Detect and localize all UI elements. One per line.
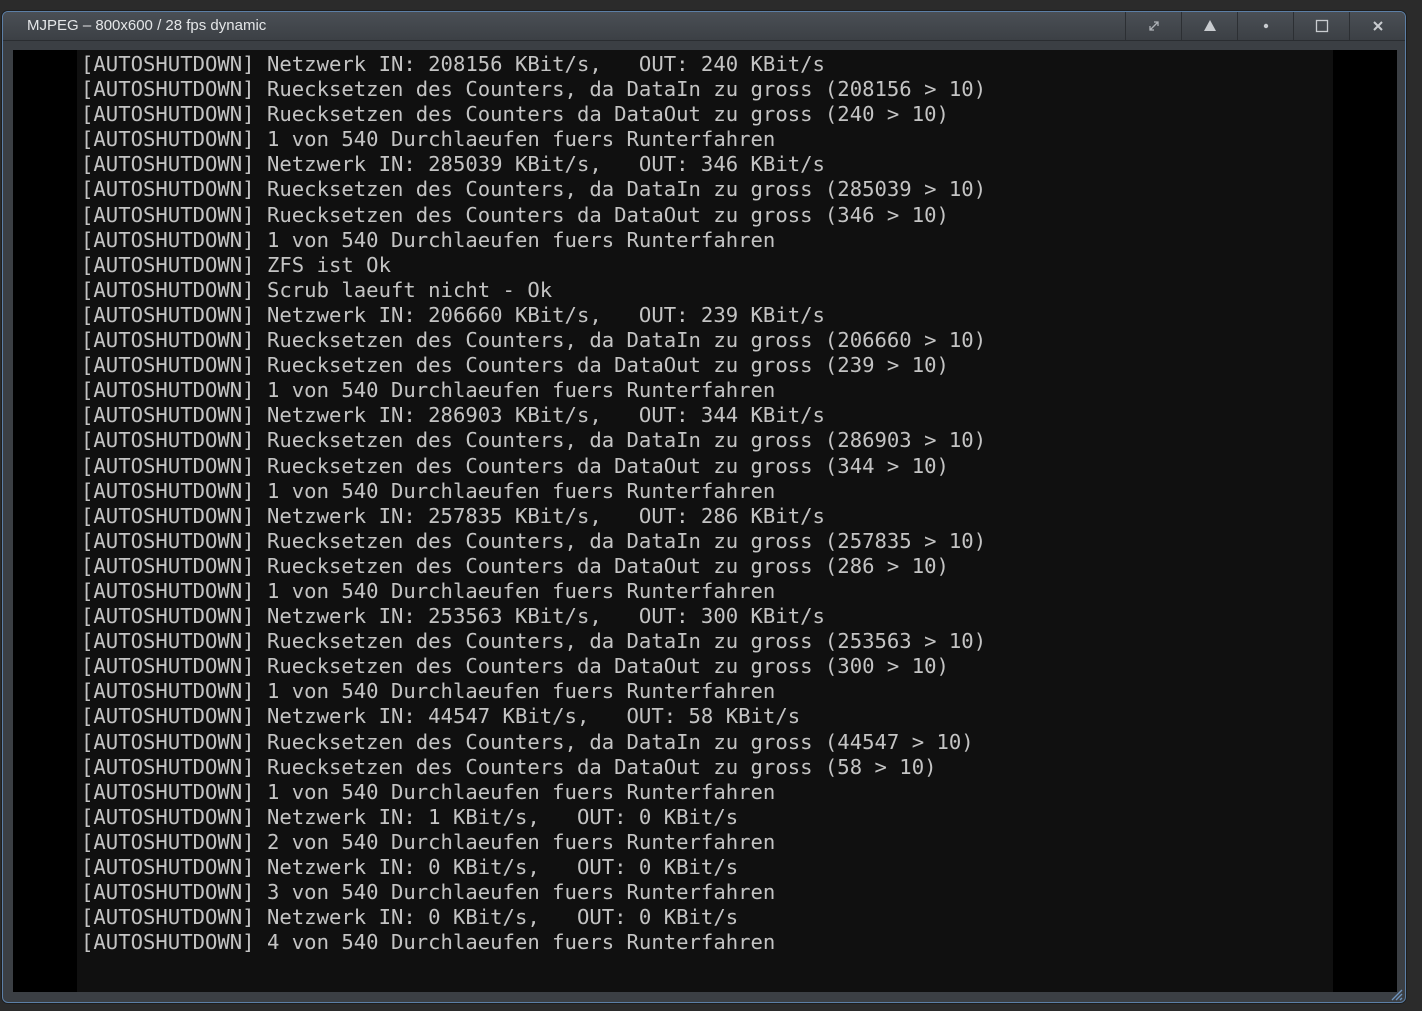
console-line: [AUTOSHUTDOWN] Scrub laeuft nicht - Ok [81, 277, 553, 302]
expand-button[interactable] [1125, 12, 1181, 40]
console-line: [AUTOSHUTDOWN] Netzwerk IN: 257835 KBit/… [81, 503, 825, 528]
console-line: [AUTOSHUTDOWN] Netzwerk IN: 253563 KBit/… [81, 604, 825, 629]
console-line: [AUTOSHUTDOWN] Netzwerk IN: 286903 KBit/… [81, 403, 825, 428]
console-log: [AUTOSHUTDOWN] Netzwerk IN: 208156 KBit/… [81, 52, 986, 955]
console-line: [AUTOSHUTDOWN] 1 von 540 Durchlaeufen fu… [81, 779, 776, 804]
close-button[interactable] [1349, 12, 1405, 40]
console-line: [AUTOSHUTDOWN] Netzwerk IN: 44547 KBit/s… [81, 704, 801, 729]
window-title: MJPEG – 800x600 / 28 fps dynamic [27, 17, 267, 34]
close-icon [1372, 20, 1384, 32]
console-line: [AUTOSHUTDOWN] Ruecksetzen des Counters … [81, 353, 949, 378]
console-line: [AUTOSHUTDOWN] 1 von 540 Durchlaeufen fu… [81, 679, 776, 704]
console-line: [AUTOSHUTDOWN] Ruecksetzen des Counters … [81, 202, 949, 227]
console-line: [AUTOSHUTDOWN] 4 von 540 Durchlaeufen fu… [81, 930, 776, 955]
video-area[interactable]: [AUTOSHUTDOWN] Netzwerk IN: 208156 KBit/… [13, 50, 1397, 992]
console-line: [AUTOSHUTDOWN] Ruecksetzen des Counters,… [81, 428, 987, 453]
console-line: [AUTOSHUTDOWN] Netzwerk IN: 206660 KBit/… [81, 302, 825, 327]
minimize-button[interactable] [1237, 12, 1293, 40]
console-line: [AUTOSHUTDOWN] Netzwerk IN: 0 KBit/s, OU… [81, 905, 739, 930]
console-line: [AUTOSHUTDOWN] Ruecksetzen des Counters,… [81, 328, 987, 353]
video-viewer-window: MJPEG – 800x600 / 28 fps dynamic [AUTOSH… [2, 11, 1406, 1003]
window-controls [1125, 12, 1405, 40]
console-line: [AUTOSHUTDOWN] 3 von 540 Durchlaeufen fu… [81, 880, 776, 905]
console-line: [AUTOSHUTDOWN] 1 von 540 Durchlaeufen fu… [81, 378, 776, 403]
expand-icon [1148, 20, 1160, 32]
console-line: [AUTOSHUTDOWN] Netzwerk IN: 1 KBit/s, OU… [81, 804, 739, 829]
console-line: [AUTOSHUTDOWN] Ruecksetzen des Counters,… [81, 77, 987, 102]
eject-button[interactable] [1181, 12, 1237, 40]
console-line: [AUTOSHUTDOWN] 1 von 540 Durchlaeufen fu… [81, 227, 776, 252]
console-line: [AUTOSHUTDOWN] 1 von 540 Durchlaeufen fu… [81, 578, 776, 603]
maximize-button[interactable] [1293, 12, 1349, 40]
console-line: [AUTOSHUTDOWN] Ruecksetzen des Counters … [81, 553, 949, 578]
console-line: [AUTOSHUTDOWN] Ruecksetzen des Counters,… [81, 629, 987, 654]
maximize-icon [1315, 19, 1329, 33]
console-line: [AUTOSHUTDOWN] 1 von 540 Durchlaeufen fu… [81, 478, 776, 503]
dot-icon [1263, 23, 1269, 29]
console-line: [AUTOSHUTDOWN] 1 von 540 Durchlaeufen fu… [81, 127, 776, 152]
console-line: [AUTOSHUTDOWN] 2 von 540 Durchlaeufen fu… [81, 829, 776, 854]
eject-icon [1203, 19, 1217, 33]
console-line: [AUTOSHUTDOWN] Ruecksetzen des Counters … [81, 654, 949, 679]
title-bar[interactable]: MJPEG – 800x600 / 28 fps dynamic [3, 12, 1405, 41]
console-line: [AUTOSHUTDOWN] Netzwerk IN: 285039 KBit/… [81, 152, 825, 177]
console-line: [AUTOSHUTDOWN] Ruecksetzen des Counters,… [81, 528, 987, 553]
console-line: [AUTOSHUTDOWN] Ruecksetzen des Counters … [81, 754, 937, 779]
console-line: [AUTOSHUTDOWN] Ruecksetzen des Counters,… [81, 177, 987, 202]
console-line: [AUTOSHUTDOWN] Ruecksetzen des Counters … [81, 102, 949, 127]
console-screen: [AUTOSHUTDOWN] Netzwerk IN: 208156 KBit/… [77, 50, 1333, 992]
console-line: [AUTOSHUTDOWN] ZFS ist Ok [81, 252, 391, 277]
console-line: [AUTOSHUTDOWN] Ruecksetzen des Counters,… [81, 729, 974, 754]
resize-grip-icon[interactable] [1389, 986, 1403, 1001]
console-line: [AUTOSHUTDOWN] Ruecksetzen des Counters … [81, 453, 949, 478]
console-line: [AUTOSHUTDOWN] Netzwerk IN: 0 KBit/s, OU… [81, 855, 739, 879]
console-line: [AUTOSHUTDOWN] Netzwerk IN: 208156 KBit/… [81, 52, 825, 76]
